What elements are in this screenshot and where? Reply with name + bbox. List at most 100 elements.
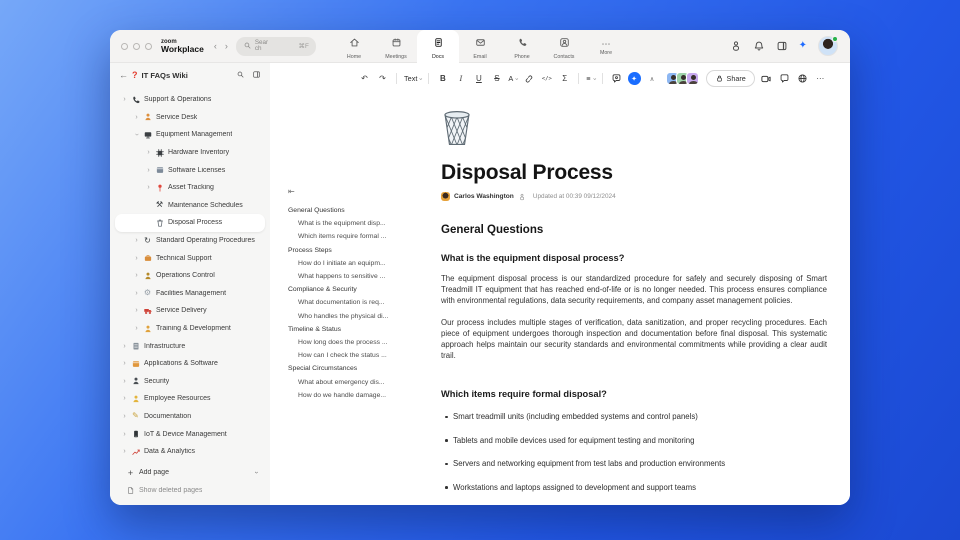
tree-chevron-icon[interactable]: ›	[133, 130, 140, 139]
add-page-button[interactable]: + Add page ›	[115, 464, 265, 482]
sidebar-item-service-delivery[interactable]: › Service Delivery	[115, 302, 265, 320]
sidebar-item-disposal-process[interactable]: Disposal Process	[115, 214, 265, 232]
share-button[interactable]: Share	[705, 70, 755, 87]
sidebar-item-software-licenses[interactable]: › Software Licenses	[115, 161, 265, 179]
add-page-chevron-icon[interactable]: ›	[252, 471, 259, 473]
nav-forward-button[interactable]: ›	[225, 41, 228, 51]
outline-item[interactable]: How do I initiate an equipm...	[288, 257, 410, 270]
tab-phone[interactable]: Phone	[501, 30, 543, 63]
outline-item[interactable]: What documentation is req...	[288, 296, 410, 309]
panel-toggle-icon[interactable]	[776, 40, 788, 52]
zoom-window-button[interactable]	[145, 42, 152, 50]
sidebar-back-icon[interactable]: ←	[119, 70, 128, 80]
sidebar-item-employee-resources[interactable]: › Employee Resources	[115, 390, 265, 408]
outline-section[interactable]: Process Steps	[288, 244, 410, 257]
profile-icon[interactable]	[730, 40, 742, 52]
list-format-dropdown[interactable]: ≡ ›	[586, 74, 596, 83]
outline-section[interactable]: General Questions	[288, 204, 410, 217]
tab-home[interactable]: Home	[333, 30, 375, 63]
tree-chevron-icon[interactable]: ›	[132, 114, 141, 121]
sidebar-item-equipment-management[interactable]: › Equipment Management	[115, 126, 265, 144]
tree-chevron-icon[interactable]: ›	[132, 325, 141, 332]
outline-section[interactable]: Timeline & Status	[288, 323, 410, 336]
tree-chevron-icon[interactable]: ›	[144, 149, 153, 156]
tree-chevron-icon[interactable]: ›	[132, 272, 141, 279]
text-color-dropdown[interactable]: A ›	[508, 74, 519, 83]
sidebar-item-standard-operating-procedures[interactable]: › ↻ Standard Operating Procedures	[115, 232, 265, 250]
tree-chevron-icon[interactable]: ›	[132, 237, 141, 244]
collaborator-avatar-3[interactable]	[685, 72, 699, 85]
user-avatar[interactable]	[818, 36, 838, 56]
sidebar-item-iot-device-management[interactable]: › IoT & Device Management	[115, 425, 265, 443]
tab-docs[interactable]: Docs	[417, 30, 459, 63]
sidebar-item-technical-support[interactable]: › Technical Support	[115, 249, 265, 267]
sidebar-item-support-operations[interactable]: › Support & Operations	[115, 91, 265, 109]
outline-item[interactable]: Who handles the physical di...	[288, 310, 410, 323]
tab-meetings[interactable]: Meetings	[375, 30, 417, 63]
tree-chevron-icon[interactable]: ›	[120, 448, 129, 455]
tab-more[interactable]: ⋯ More	[585, 30, 627, 63]
collapse-outline-icon[interactable]: ⇤	[288, 187, 410, 196]
tab-email[interactable]: Email	[459, 30, 501, 63]
sidebar-collapse-icon[interactable]	[252, 66, 261, 84]
sidebar-item-asset-tracking[interactable]: › Asset Tracking	[115, 179, 265, 197]
tree-chevron-icon[interactable]: ›	[120, 360, 129, 367]
tree-chevron-icon[interactable]: ›	[132, 255, 141, 262]
chevron-up-icon[interactable]: ∧	[646, 71, 659, 86]
tree-chevron-icon[interactable]: ›	[120, 413, 129, 420]
outline-item[interactable]: Which items require formal ...	[288, 230, 410, 243]
tree-chevron-icon[interactable]: ›	[120, 343, 129, 350]
notifications-bell-icon[interactable]	[753, 40, 765, 52]
tree-chevron-icon[interactable]: ›	[120, 395, 129, 402]
link-icon[interactable]	[522, 71, 535, 86]
redo-icon[interactable]: ↷	[376, 71, 389, 86]
sidebar-item-operations-control[interactable]: › Operations Control	[115, 267, 265, 285]
strikethrough-button[interactable]: S	[490, 71, 503, 86]
video-call-icon[interactable]	[760, 71, 773, 86]
tree-chevron-icon[interactable]: ›	[132, 290, 141, 297]
sidebar-item-data-analytics[interactable]: › Data & Analytics	[115, 443, 265, 461]
outline-item[interactable]: What about emergency dis...	[288, 376, 410, 389]
code-block-button[interactable]: </>	[540, 71, 553, 86]
sidebar-item-infrastructure[interactable]: › Infrastructure	[115, 337, 265, 355]
ai-companion-button[interactable]: ✦	[627, 72, 641, 85]
tree-chevron-icon[interactable]: ›	[144, 184, 153, 191]
document-body[interactable]: Disposal Process Carlos Washington Updat…	[441, 105, 827, 505]
window-controls[interactable]	[121, 42, 152, 50]
sidebar-item-maintenance-schedules[interactable]: ⚒ Maintenance Schedules	[115, 197, 265, 215]
italic-button[interactable]: I	[454, 71, 467, 86]
tree-chevron-icon[interactable]: ›	[120, 378, 129, 385]
more-options-icon[interactable]: ⋯	[814, 71, 827, 86]
outline-section[interactable]: Special Circumstances	[288, 362, 410, 375]
chat-icon[interactable]	[778, 71, 791, 86]
outline-item[interactable]: How do we handle damage...	[288, 389, 410, 402]
underline-button[interactable]: U	[472, 71, 485, 86]
sidebar-search-icon[interactable]	[236, 66, 245, 84]
equation-button[interactable]: Σ	[558, 71, 571, 86]
outline-section[interactable]: Compliance & Security	[288, 283, 410, 296]
close-window-button[interactable]	[121, 42, 128, 50]
nav-back-button[interactable]: ‹	[214, 41, 217, 51]
undo-icon[interactable]: ↶	[358, 71, 371, 86]
tree-chevron-icon[interactable]: ›	[144, 167, 153, 174]
show-deleted-pages-button[interactable]: Show deleted pages	[115, 481, 265, 499]
search-input[interactable]: Search ⌘F	[235, 36, 316, 56]
outline-item[interactable]: What is the equipment disp...	[288, 217, 410, 230]
bold-button[interactable]: B	[436, 71, 449, 86]
outline-item[interactable]: How long does the process ...	[288, 336, 410, 349]
comment-icon[interactable]	[610, 71, 623, 86]
sidebar-item-training-development[interactable]: › Training & Development	[115, 320, 265, 338]
ai-sparkle-icon[interactable]: ✦	[799, 41, 807, 51]
sidebar-item-facilities-management[interactable]: › ⚙ Facilities Management	[115, 285, 265, 303]
minimize-window-button[interactable]	[133, 42, 140, 50]
tab-contacts[interactable]: Contacts	[543, 30, 585, 63]
text-style-dropdown[interactable]: Text ›	[404, 74, 423, 83]
tree-chevron-icon[interactable]: ›	[120, 96, 129, 103]
sidebar-item-applications-software[interactable]: › Applications & Software	[115, 355, 265, 373]
tree-chevron-icon[interactable]: ›	[120, 431, 129, 438]
tree-chevron-icon[interactable]: ›	[132, 307, 141, 314]
outline-item[interactable]: What happens to sensitive ...	[288, 270, 410, 283]
sidebar-item-documentation[interactable]: › ✎ Documentation	[115, 408, 265, 426]
globe-icon[interactable]	[796, 71, 809, 86]
sidebar-item-service-desk[interactable]: › Service Desk	[115, 109, 265, 127]
